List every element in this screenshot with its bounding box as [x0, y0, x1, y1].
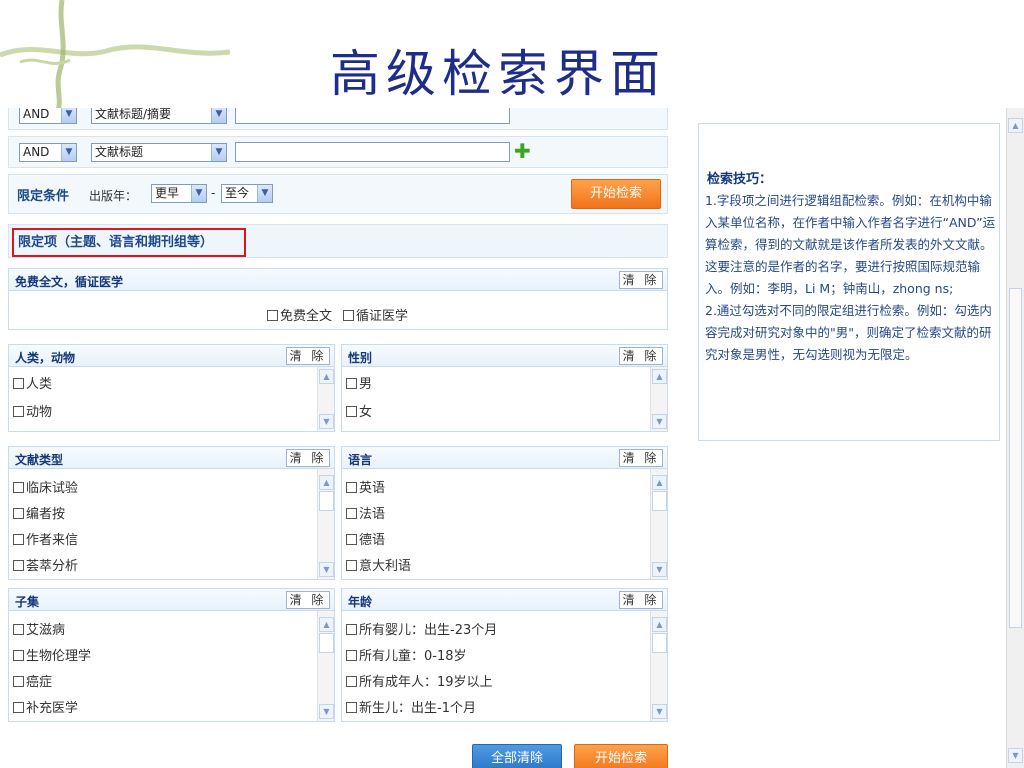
limit-conditions-label: 限定条件: [17, 189, 70, 204]
panel-gender: 性别 清 除 男 女 ▲ ▼: [341, 344, 668, 432]
chevron-down-icon: ▼: [191, 185, 206, 202]
checkbox-ebm[interactable]: 循证医学: [343, 305, 408, 324]
chevron-down-icon: ▼: [211, 108, 226, 123]
clear-button[interactable]: 清 除: [286, 347, 330, 365]
slide-title: 高级检索界面: [330, 45, 666, 103]
panel-doctype: 文献类型 清 除 临床试验 编者按 作者来信 荟萃分析 ▲ ▼: [8, 446, 335, 580]
clear-button[interactable]: 清 除: [286, 591, 330, 609]
year-dash: -: [211, 186, 216, 200]
scrollbar[interactable]: ▲ ▼: [317, 469, 334, 579]
limit-conditions-row: 限定条件 出版年： 更早 ▼ - 至今 ▼ 开始检索: [8, 174, 668, 214]
panel-title: 人类，动物: [15, 351, 76, 365]
chevron-down-icon: ▼: [257, 185, 272, 202]
checkbox-item[interactable]: 所有成年人：19岁以上: [346, 671, 493, 690]
checkbox-item[interactable]: 德语: [346, 529, 385, 548]
decorative-vine-icon: [0, 0, 230, 110]
clear-button[interactable]: 清 除: [619, 591, 663, 609]
checkbox-item[interactable]: 新生儿：出生-1个月: [346, 697, 476, 716]
scroll-up-icon[interactable]: ▲: [1008, 118, 1023, 133]
start-search-button[interactable]: 开始检索: [571, 179, 661, 209]
scrollbar[interactable]: ▲ ▼: [650, 469, 667, 579]
scroll-thumb[interactable]: [1009, 288, 1022, 628]
checkbox-item[interactable]: 荟萃分析: [13, 555, 78, 574]
checkbox-free-fulltext[interactable]: 免费全文: [267, 305, 332, 324]
scrollbar[interactable]: ▲ ▼: [650, 367, 667, 431]
checkbox-item[interactable]: 作者来信: [13, 529, 78, 548]
panel-title: 免费全文，循证医学: [15, 275, 124, 289]
panel-language: 语言 清 除 英语 法语 德语 意大利语 ▲ ▼: [341, 446, 668, 580]
page-scrollbar[interactable]: ▲ ▼: [1006, 108, 1024, 768]
checkbox-item[interactable]: 英语: [346, 477, 385, 496]
operator-select-2[interactable]: AND ▼: [19, 143, 77, 162]
panel-free-ebm: 免费全文，循证医学 清 除 免费全文 循证医学: [8, 268, 668, 330]
scrollbar[interactable]: ▲ ▼: [317, 611, 334, 721]
checkbox-male[interactable]: 男: [346, 373, 372, 392]
clear-button[interactable]: 清 除: [619, 347, 663, 365]
search-screen: AND ▼ 文献标题/摘要 ▼ AND ▼ 文献标题 ▼ ✚ 限定条件 出版年： 更早 ▼: [0, 108, 1024, 768]
clear-button[interactable]: 清 除: [286, 449, 330, 467]
checkbox-female[interactable]: 女: [346, 401, 372, 420]
panel-subset: 子集 清 除 艾滋病 生物伦理学 癌症 补充医学 ▲ ▼: [8, 588, 335, 722]
search-tips-panel: 检索技巧： 1.字段项之间进行逻辑组配检索。例如：在机构中输入某单位名称，在作者…: [698, 123, 1000, 441]
panel-title: 性别: [348, 351, 373, 365]
clear-button[interactable]: 清 除: [619, 449, 663, 467]
checkbox-item[interactable]: 所有儿童：0-18岁: [346, 645, 467, 664]
checkbox-item[interactable]: 生物伦理学: [13, 645, 91, 664]
checkbox-item[interactable]: 所有婴儿：出生-23个月: [346, 619, 497, 638]
bottom-start-search-button[interactable]: 开始检索: [574, 744, 668, 768]
year-label: 出版年：: [89, 189, 138, 203]
scroll-down-icon[interactable]: ▼: [1008, 748, 1023, 763]
search-row-1: AND ▼ 文献标题/摘要 ▼: [8, 108, 668, 130]
field-select-2[interactable]: 文献标题 ▼: [91, 143, 227, 162]
chevron-down-icon: ▼: [61, 144, 76, 161]
checkbox-human[interactable]: 人类: [13, 373, 52, 392]
search-row-2: AND ▼ 文献标题 ▼ ✚: [8, 136, 668, 168]
checkbox-item[interactable]: 艾滋病: [13, 619, 65, 638]
add-row-plus-icon[interactable]: ✚: [514, 141, 531, 161]
scrollbar[interactable]: ▲ ▼: [650, 611, 667, 721]
tips-paragraph-1: 1.字段项之间进行逻辑组配检索。例如：在机构中输入某单位名称，在作者中输入作者名…: [705, 193, 996, 296]
panel-title: 年龄: [348, 595, 373, 609]
panel-title: 语言: [348, 453, 373, 467]
panel-age: 年龄 清 除 所有婴儿：出生-23个月 所有儿童：0-18岁 所有成年人：19岁以…: [341, 588, 668, 722]
checkbox-item[interactable]: 编者按: [13, 503, 65, 522]
checkbox-item[interactable]: 意大利语: [346, 555, 411, 574]
panel-title: 子集: [15, 595, 40, 609]
tips-paragraph-2: 2.通过勾选对不同的限定组进行检索。例如：勾选内容完成对研究对象中的"男"，则确…: [705, 303, 992, 362]
search-input-2[interactable]: [235, 142, 510, 162]
checkbox-item[interactable]: 法语: [346, 503, 385, 522]
search-input-1[interactable]: [235, 108, 510, 124]
slide: 高级检索界面 AND ▼ 文献标题/摘要 ▼ AND ▼ 文献标题 ▼ ✚ 限定条件: [0, 0, 1024, 768]
year-to-select[interactable]: 至今 ▼: [221, 184, 273, 203]
field-select-1[interactable]: 文献标题/摘要 ▼: [91, 108, 227, 124]
chevron-down-icon: ▼: [61, 108, 76, 123]
panel-title: 文献类型: [15, 453, 64, 467]
tips-title: 检索技巧：: [707, 172, 773, 187]
limit-section-label[interactable]: 限定项（主题、语言和期刊组等）: [12, 228, 246, 257]
checkbox-item[interactable]: 临床试验: [13, 477, 78, 496]
clear-button[interactable]: 清 除: [619, 271, 663, 289]
panel-species: 人类，动物 清 除 人类 动物 ▲ ▼: [8, 344, 335, 432]
checkbox-item[interactable]: 补充医学: [13, 697, 78, 716]
chevron-down-icon: ▼: [211, 144, 226, 161]
year-from-select[interactable]: 更早 ▼: [151, 184, 207, 203]
clear-all-button[interactable]: 全部清除: [472, 744, 562, 768]
scrollbar[interactable]: ▲ ▼: [317, 367, 334, 431]
operator-select-1[interactable]: AND ▼: [19, 108, 77, 124]
checkbox-animal[interactable]: 动物: [13, 401, 52, 420]
checkbox-item[interactable]: 癌症: [13, 671, 52, 690]
